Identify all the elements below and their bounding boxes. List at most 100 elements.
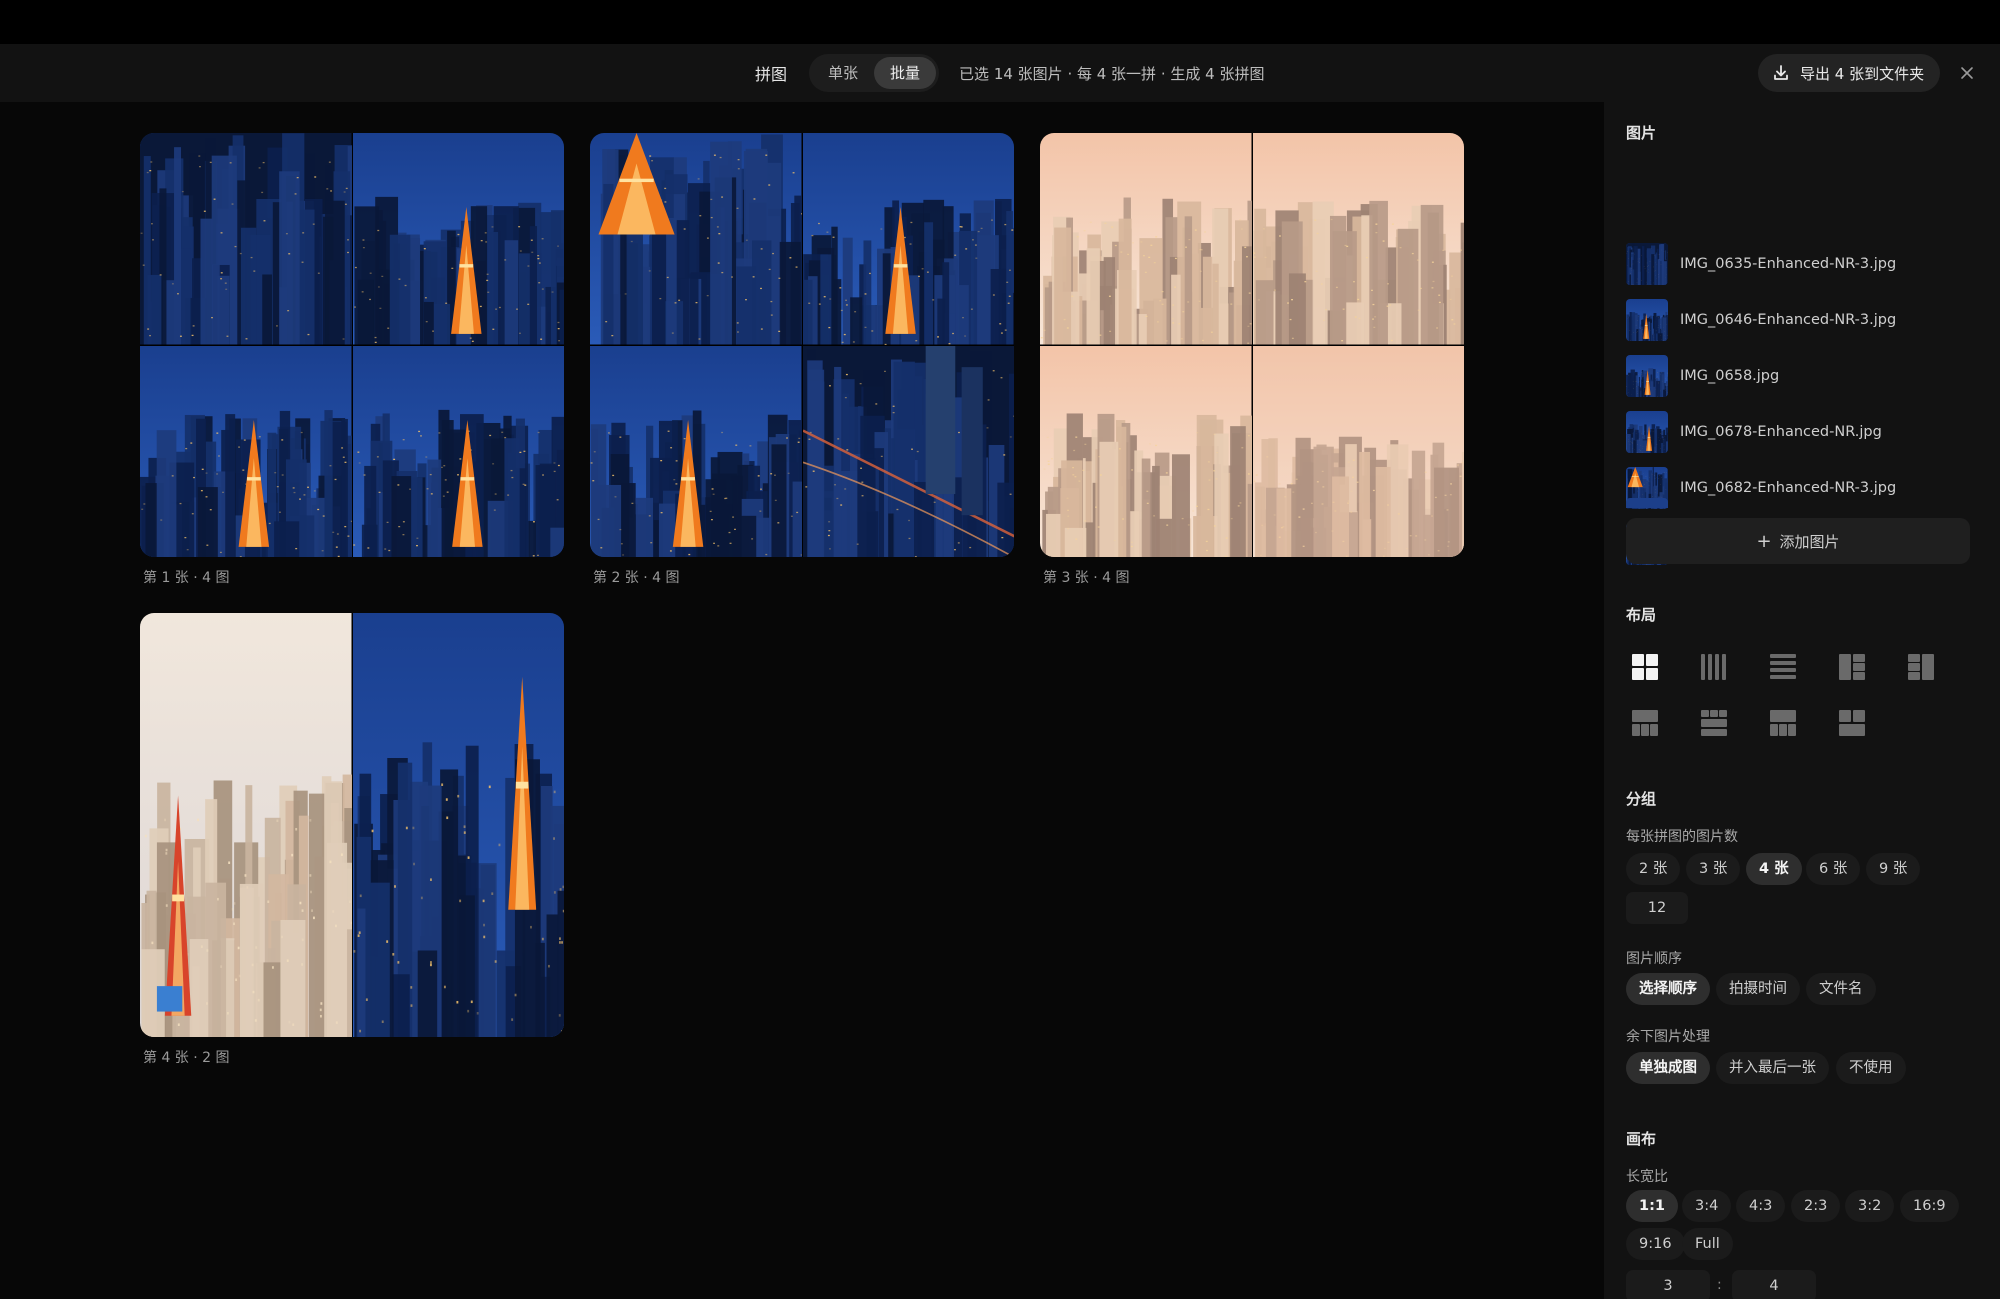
add-image-label: 添加图片 bbox=[1779, 532, 1840, 551]
aspect-ratio-option[interactable]: 9:16 bbox=[1626, 1228, 1685, 1260]
layout-option[interactable] bbox=[1626, 648, 1664, 686]
layout-option[interactable] bbox=[1833, 648, 1871, 686]
collage-tile-photo bbox=[352, 133, 564, 345]
order-label: 图片顺序 bbox=[1626, 951, 1682, 967]
download-icon bbox=[1774, 65, 1788, 80]
big-right-icon bbox=[1908, 654, 1934, 680]
mode-segmented-control: 单张 批量 bbox=[809, 54, 940, 92]
collage-tile-photo bbox=[590, 345, 802, 557]
selection-summary: 已选 14 张图片 · 每 4 张一拼 · 生成 4 张拼图 bbox=[959, 64, 1265, 83]
image-file-name: IMG_0635-Enhanced-NR-3.jpg bbox=[1680, 256, 1897, 272]
layout-option[interactable] bbox=[1695, 648, 1733, 686]
custom-ratio-height[interactable]: 4 bbox=[1732, 1270, 1816, 1299]
columns-icon bbox=[1701, 654, 1726, 680]
segment-single[interactable]: 单张 bbox=[812, 57, 874, 89]
layout-option[interactable] bbox=[1626, 704, 1664, 742]
remainder-option[interactable]: 单独成图 bbox=[1626, 1052, 1710, 1084]
collage-caption: 第 4 张 · 2 图 bbox=[143, 1050, 230, 1066]
image-file-item[interactable]: IMG_0646-Enhanced-NR-3.jpg bbox=[1626, 298, 1966, 342]
layout-option[interactable] bbox=[1833, 704, 1871, 742]
collage-tile-photo bbox=[590, 133, 802, 345]
per-collage-option[interactable]: 2 张 bbox=[1626, 853, 1681, 885]
big-middle-icon bbox=[1701, 710, 1727, 736]
order-option[interactable]: 拍摄时间 bbox=[1716, 973, 1800, 1005]
aspect-ratio-option[interactable]: 3:4 bbox=[1682, 1190, 1732, 1222]
export-button[interactable]: 导出 4 张到文件夹 bbox=[1758, 54, 1941, 92]
custom-ratio-width[interactable]: 3 bbox=[1626, 1270, 1710, 1299]
grid-2x2-icon bbox=[1632, 654, 1658, 680]
collage-caption: 第 3 张 · 4 图 bbox=[1043, 570, 1130, 586]
layout-option[interactable] bbox=[1902, 648, 1940, 686]
image-file-item[interactable]: IMG_0658.jpg bbox=[1626, 354, 1966, 398]
plus-icon: + bbox=[1756, 530, 1772, 552]
per-collage-option[interactable]: 4 张 bbox=[1746, 853, 1802, 885]
collage-caption: 第 1 张 · 4 图 bbox=[143, 570, 230, 586]
order-option[interactable]: 文件名 bbox=[1806, 973, 1876, 1005]
collage-caption: 第 2 张 · 4 图 bbox=[593, 570, 680, 586]
per-collage-option[interactable]: 6 张 bbox=[1806, 853, 1861, 885]
group-section-title: 分组 bbox=[1626, 790, 1657, 808]
custom-ratio-separator: : bbox=[1717, 1277, 1722, 1293]
image-thumbnail bbox=[1626, 299, 1668, 341]
image-file-item[interactable]: IMG_0678-Enhanced-NR.jpg bbox=[1626, 410, 1966, 454]
aspect-ratio-option[interactable]: 3:2 bbox=[1845, 1190, 1895, 1222]
per-collage-option[interactable]: 3 张 bbox=[1686, 853, 1741, 885]
export-label: 导出 4 张到文件夹 bbox=[1800, 64, 1925, 83]
remainder-option[interactable]: 不使用 bbox=[1836, 1052, 1906, 1084]
file-list-overflow-item bbox=[1626, 498, 1668, 508]
remainder-option[interactable]: 并入最后一张 bbox=[1716, 1052, 1829, 1084]
per-collage-option[interactable]: 12 bbox=[1626, 892, 1688, 924]
collage-tile-photo bbox=[802, 133, 1014, 345]
collage-4[interactable] bbox=[140, 613, 564, 1037]
image-thumbnail bbox=[1626, 243, 1668, 285]
collage-tile-photo bbox=[140, 133, 352, 345]
collage-tile-photo bbox=[1252, 133, 1464, 345]
add-image-button[interactable]: + 添加图片 bbox=[1626, 518, 1970, 564]
mode-title: 拼图 bbox=[755, 65, 788, 84]
aspect-ratio-option[interactable]: 2:3 bbox=[1791, 1190, 1841, 1222]
layout-section-title: 布局 bbox=[1626, 606, 1657, 624]
order-option[interactable]: 选择顺序 bbox=[1626, 973, 1710, 1005]
aspect-ratio-option[interactable]: 4:3 bbox=[1736, 1190, 1786, 1222]
image-file-name: IMG_0678-Enhanced-NR.jpg bbox=[1680, 424, 1882, 440]
layout-option[interactable] bbox=[1764, 704, 1802, 742]
aspect-ratio-option[interactable]: 16:9 bbox=[1900, 1190, 1959, 1222]
collage-1[interactable] bbox=[140, 133, 564, 557]
toolbar-center: 拼图 单张 批量 已选 14 张图片 · 每 4 张一拼 · 生成 4 张拼图 bbox=[755, 54, 1264, 92]
collage-tile-photo bbox=[352, 613, 564, 1037]
collage-tile-photo bbox=[1252, 345, 1464, 557]
collage-2[interactable] bbox=[590, 133, 1014, 557]
aspect-ratio-option[interactable]: 1:1 bbox=[1626, 1190, 1678, 1222]
remainder-label: 余下图片处理 bbox=[1626, 1029, 1710, 1045]
image-file-name: IMG_0658.jpg bbox=[1680, 368, 1780, 384]
per-collage-label: 每张拼图的图片数 bbox=[1626, 829, 1738, 845]
collage-tile-photo bbox=[802, 345, 1014, 557]
big-left-icon bbox=[1839, 654, 1865, 680]
big-top-icon bbox=[1632, 710, 1658, 736]
collage-tile-photo bbox=[140, 345, 352, 557]
collage-tile-photo bbox=[140, 613, 352, 1037]
collage-preview-area: 第 1 张 · 4 图 第 2 张 · 4 图 第 3 张 · 4 图 第 4 … bbox=[0, 102, 1604, 1299]
top-toolbar: 拼图 单张 批量 已选 14 张图片 · 每 4 张一拼 · 生成 4 张拼图 … bbox=[0, 44, 2000, 102]
image-file-name: IMG_0682-Enhanced-NR-3.jpg bbox=[1680, 480, 1897, 496]
layout-option[interactable] bbox=[1764, 648, 1802, 686]
collage-tile-photo bbox=[352, 345, 564, 557]
rows-icon bbox=[1770, 654, 1796, 679]
aspect-ratio-option[interactable]: Full bbox=[1682, 1228, 1733, 1260]
window-titlebar bbox=[0, 0, 2000, 44]
canvas-section-title: 画布 bbox=[1626, 1130, 1657, 1148]
segment-batch[interactable]: 批量 bbox=[874, 57, 937, 89]
collage-tile-photo bbox=[1040, 133, 1252, 345]
image-file-name: IMG_0646-Enhanced-NR-3.jpg bbox=[1680, 312, 1897, 328]
image-file-item[interactable]: IMG_0682-Enhanced-NR-3.jpg bbox=[1626, 466, 1966, 510]
per-collage-option[interactable]: 9 张 bbox=[1866, 853, 1921, 885]
images-section-title: 图片 bbox=[1626, 124, 1657, 142]
image-file-item[interactable]: IMG_0635-Enhanced-NR-3.jpg bbox=[1626, 242, 1966, 286]
collage-3[interactable] bbox=[1040, 133, 1464, 557]
layout-option[interactable] bbox=[1695, 704, 1733, 742]
mixed-grid-icon bbox=[1839, 710, 1865, 736]
image-thumbnail bbox=[1626, 355, 1668, 397]
settings-sidebar: 图片 IMG_0635-Enhanced-NR-3.jpg IMG_0646-En… bbox=[1604, 102, 2000, 1299]
close-button[interactable] bbox=[1954, 60, 1980, 86]
ratio-label: 长宽比 bbox=[1626, 1169, 1668, 1185]
